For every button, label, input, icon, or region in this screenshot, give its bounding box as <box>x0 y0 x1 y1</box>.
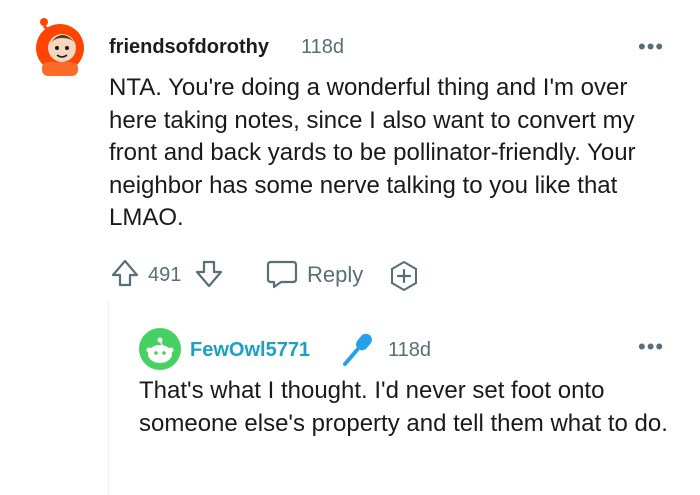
comment-action-bar: 491 Reply <box>109 256 429 292</box>
vote-score: 491 <box>148 264 182 286</box>
more-options-icon[interactable]: ••• <box>638 334 664 360</box>
microphone-icon <box>343 333 372 366</box>
downvote-arrow-icon[interactable] <box>193 258 225 290</box>
comment-body: NTA. You're doing a wonderful thing and … <box>109 74 636 231</box>
more-options-icon[interactable]: ••• <box>638 34 664 60</box>
reply-label: Reply <box>307 262 364 287</box>
reply-bubble-icon <box>266 260 298 289</box>
reply-button[interactable]: Reply <box>265 256 375 292</box>
reply-username[interactable]: FewOwl5771 <box>190 339 310 362</box>
award-plus-icon[interactable] <box>387 259 421 293</box>
reply-body: That's what I thought. I'd never set foo… <box>139 377 668 437</box>
avatar-snoo-icon[interactable] <box>139 328 181 370</box>
upvote-arrow-icon[interactable] <box>109 257 141 289</box>
thread-line[interactable] <box>108 300 109 495</box>
comment-timestamp: 118d <box>301 36 345 58</box>
reply-timestamp: 118d <box>388 339 432 361</box>
avatar-snoo-icon[interactable] <box>32 16 88 76</box>
comment-username[interactable]: friendsofdorothy <box>109 36 269 59</box>
